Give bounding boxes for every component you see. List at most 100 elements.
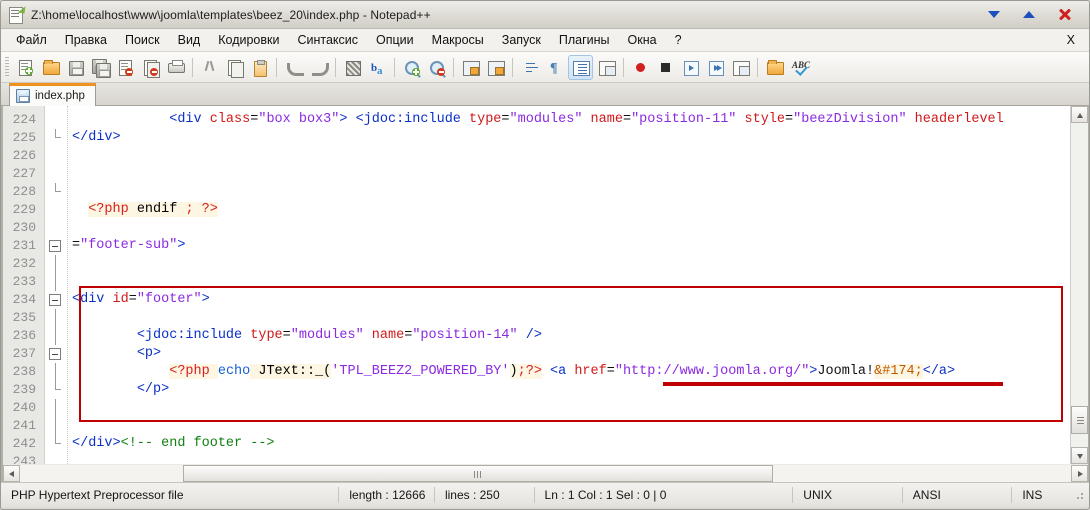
paste-button[interactable] bbox=[248, 56, 271, 79]
fold-marker-row[interactable] bbox=[45, 165, 67, 183]
fold-collapse-icon[interactable] bbox=[49, 348, 61, 360]
find-button[interactable] bbox=[341, 56, 364, 79]
code-token: "http://www.joomla.org/" bbox=[614, 364, 810, 379]
fold-marker-row[interactable] bbox=[45, 273, 67, 291]
menu-item-settings[interactable]: Опции bbox=[367, 31, 423, 49]
code-token: <?php bbox=[169, 364, 210, 379]
new-file-button[interactable] bbox=[14, 56, 37, 79]
code-token: "footer-sub" bbox=[80, 238, 178, 253]
code-token: <div bbox=[169, 112, 202, 127]
fold-marker-row[interactable] bbox=[45, 147, 67, 165]
horizontal-scroll-track[interactable] bbox=[20, 464, 1071, 482]
run-macro-multiple-button[interactable] bbox=[704, 56, 727, 79]
save-button[interactable] bbox=[64, 56, 87, 79]
menu-item-plugins[interactable]: Плагины bbox=[550, 31, 619, 49]
tab-index-php[interactable]: index.php bbox=[9, 83, 96, 106]
scroll-right-button[interactable] bbox=[1071, 464, 1088, 482]
scroll-left-button[interactable] bbox=[3, 464, 20, 482]
zoom-in-button[interactable] bbox=[400, 56, 423, 79]
fold-marker-row[interactable] bbox=[45, 291, 67, 309]
close-file-button[interactable] bbox=[114, 56, 137, 79]
menu-item-macro[interactable]: Макросы bbox=[423, 31, 493, 49]
fold-marker-row[interactable] bbox=[45, 219, 67, 237]
word-wrap-button[interactable] bbox=[518, 56, 541, 79]
toolbar-separator bbox=[757, 57, 758, 77]
close-button[interactable] bbox=[1056, 6, 1073, 23]
sync-vertical-button[interactable] bbox=[459, 56, 482, 79]
replace-button[interactable]: ba bbox=[366, 56, 389, 79]
user-defined-dialog-button[interactable] bbox=[595, 56, 618, 79]
save-macro-button[interactable] bbox=[729, 56, 752, 79]
fold-collapse-icon[interactable] bbox=[49, 240, 61, 252]
code-token: "modules" bbox=[290, 328, 364, 343]
fold-marker-row[interactable] bbox=[45, 435, 67, 453]
redo-button[interactable] bbox=[307, 56, 330, 79]
fold-marker-row[interactable] bbox=[45, 381, 67, 399]
fold-marker-row[interactable] bbox=[45, 129, 67, 147]
scroll-up-button[interactable] bbox=[1071, 106, 1088, 123]
fold-marker-row[interactable] bbox=[45, 417, 67, 435]
open-file-button[interactable] bbox=[39, 56, 62, 79]
menu-item-file[interactable]: Файл bbox=[7, 31, 56, 49]
menu-item-window[interactable]: Окна bbox=[619, 31, 666, 49]
menu-item-view[interactable]: Вид bbox=[169, 31, 210, 49]
undo-button[interactable] bbox=[282, 56, 305, 79]
fold-marker-row[interactable] bbox=[45, 237, 67, 255]
fold-marker-row[interactable] bbox=[45, 183, 67, 201]
menu-item-search[interactable]: Поиск bbox=[116, 31, 169, 49]
fold-marker-row[interactable] bbox=[45, 201, 67, 219]
horizontal-scrollbar[interactable] bbox=[1, 464, 1089, 482]
line-number: 243 bbox=[12, 454, 36, 464]
code-line: ="footer-sub"> bbox=[68, 237, 1088, 255]
menu-item-run[interactable]: Запуск bbox=[493, 31, 550, 49]
fold-marker-row[interactable] bbox=[45, 345, 67, 363]
indent-guide-icon bbox=[572, 59, 590, 76]
fold-margin[interactable] bbox=[45, 106, 67, 464]
fold-marker-row[interactable] bbox=[45, 453, 67, 464]
maximize-button[interactable] bbox=[1021, 6, 1038, 23]
record-macro-button[interactable] bbox=[629, 56, 652, 79]
fold-marker-row[interactable] bbox=[45, 327, 67, 345]
spell-check-button[interactable]: ABC bbox=[788, 56, 811, 79]
paste-icon bbox=[251, 59, 268, 77]
vertical-scrollbar[interactable] bbox=[1070, 106, 1088, 464]
print-button[interactable] bbox=[164, 56, 187, 79]
menu-item-edit[interactable]: Правка bbox=[56, 31, 116, 49]
vertical-scroll-thumb[interactable] bbox=[1071, 406, 1088, 434]
minimize-button[interactable] bbox=[986, 6, 1003, 23]
horizontal-scroll-thumb[interactable] bbox=[183, 464, 773, 482]
close-all-button[interactable] bbox=[139, 56, 162, 79]
show-all-chars-button[interactable]: ¶ bbox=[543, 56, 566, 79]
cut-button[interactable] bbox=[198, 56, 221, 79]
code-token: name bbox=[363, 328, 405, 343]
run-button[interactable] bbox=[763, 56, 786, 79]
sync-horizontal-button[interactable] bbox=[484, 56, 507, 79]
line-number: 242 bbox=[12, 436, 36, 451]
resize-grip-icon[interactable] bbox=[1072, 488, 1086, 502]
fold-marker-row[interactable] bbox=[45, 399, 67, 417]
code-text-area[interactable]: <div class = "box box3" > <jdoc:include typ… bbox=[67, 106, 1088, 464]
fold-marker-row[interactable] bbox=[45, 111, 67, 129]
zoom-out-button[interactable] bbox=[425, 56, 448, 79]
menu-item-help[interactable]: ? bbox=[666, 31, 691, 49]
indent-guide-button[interactable] bbox=[568, 54, 593, 80]
line-number: 227 bbox=[12, 166, 36, 181]
code-token: /> bbox=[517, 328, 542, 343]
close-document-button[interactable]: X bbox=[1067, 33, 1075, 47]
status-caret-position: Ln : 1 Col : 1 Sel : 0 | 0 bbox=[535, 487, 794, 503]
copy-button[interactable] bbox=[223, 56, 246, 79]
stop-recording-button[interactable] bbox=[654, 56, 677, 79]
toolbar-grip[interactable] bbox=[5, 57, 9, 77]
fold-collapse-icon[interactable] bbox=[49, 294, 61, 306]
fold-marker-row[interactable] bbox=[45, 309, 67, 327]
editor-area[interactable]: 224 225 226 227 228 229 230 231 232 233 234 235 236 2… bbox=[1, 106, 1089, 464]
fold-marker-row[interactable] bbox=[45, 363, 67, 381]
fold-marker-row[interactable] bbox=[45, 255, 67, 273]
play-macro-button[interactable] bbox=[679, 56, 702, 79]
save-all-button[interactable] bbox=[89, 56, 112, 79]
menu-item-language[interactable]: Синтаксис bbox=[288, 31, 367, 49]
scroll-down-button[interactable] bbox=[1071, 447, 1088, 464]
open-file-icon bbox=[42, 59, 60, 76]
menu-item-encoding[interactable]: Кодировки bbox=[209, 31, 288, 49]
